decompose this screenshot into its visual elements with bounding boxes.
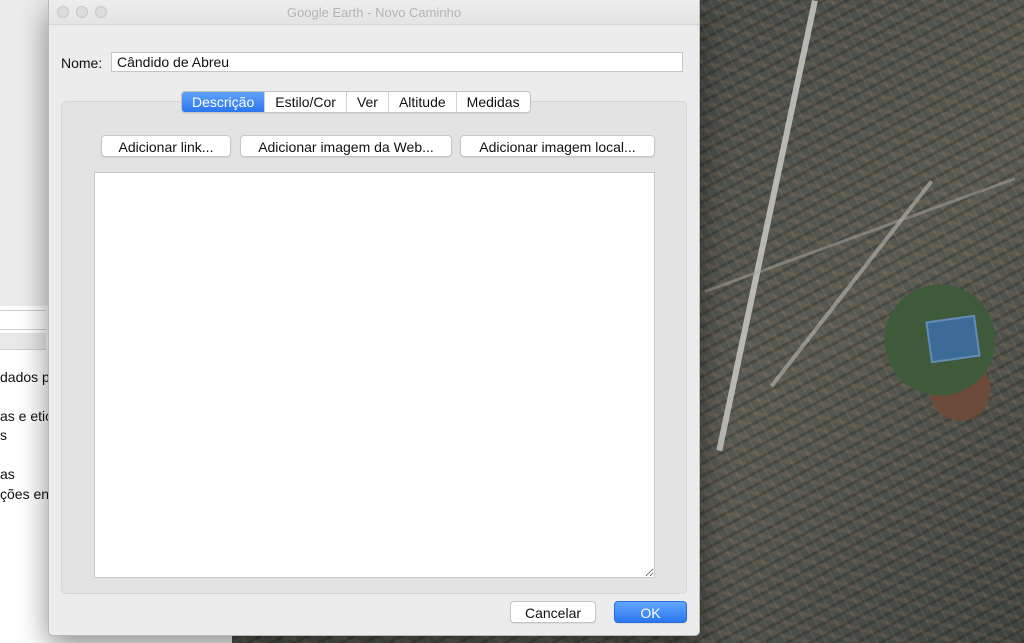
map-stadium	[925, 314, 981, 364]
tab-bar: Descrição Estilo/Cor Ver Altitude Medida…	[181, 91, 531, 113]
add-link-button[interactable]: Adicionar link...	[101, 135, 231, 157]
tab-estilo-cor[interactable]: Estilo/Cor	[264, 92, 346, 112]
background-text-line: s	[0, 427, 7, 443]
name-label: Nome:	[61, 55, 103, 71]
window-title: Google Earth - Novo Caminho	[286, 5, 462, 20]
map-road	[716, 0, 818, 452]
tab-descricao[interactable]: Descrição	[182, 92, 265, 112]
background-input[interactable]	[0, 310, 46, 330]
map-road	[769, 180, 934, 388]
ok-button[interactable]: OK	[614, 601, 687, 623]
description-textarea[interactable]	[94, 172, 655, 578]
add-web-image-button[interactable]: Adicionar imagem da Web...	[240, 135, 452, 157]
background-text-line: as e etic	[0, 408, 53, 424]
background-text-line: dados p	[0, 369, 50, 385]
background-text-line: ções en	[0, 486, 50, 502]
cancel-button[interactable]: Cancelar	[510, 601, 596, 623]
new-path-dialog: Google Earth - Novo Caminho Nome: Descri…	[48, 0, 700, 636]
background-scrollbar[interactable]	[0, 333, 46, 350]
dialog-titlebar[interactable]: Google Earth - Novo Caminho	[49, 0, 699, 25]
name-input[interactable]	[111, 52, 683, 72]
tab-ver[interactable]: Ver	[345, 92, 388, 112]
tab-medidas[interactable]: Medidas	[455, 92, 530, 112]
background-text-line: as	[0, 466, 15, 482]
add-local-image-button[interactable]: Adicionar imagem local...	[460, 135, 655, 157]
tab-altitude[interactable]: Altitude	[387, 92, 456, 112]
